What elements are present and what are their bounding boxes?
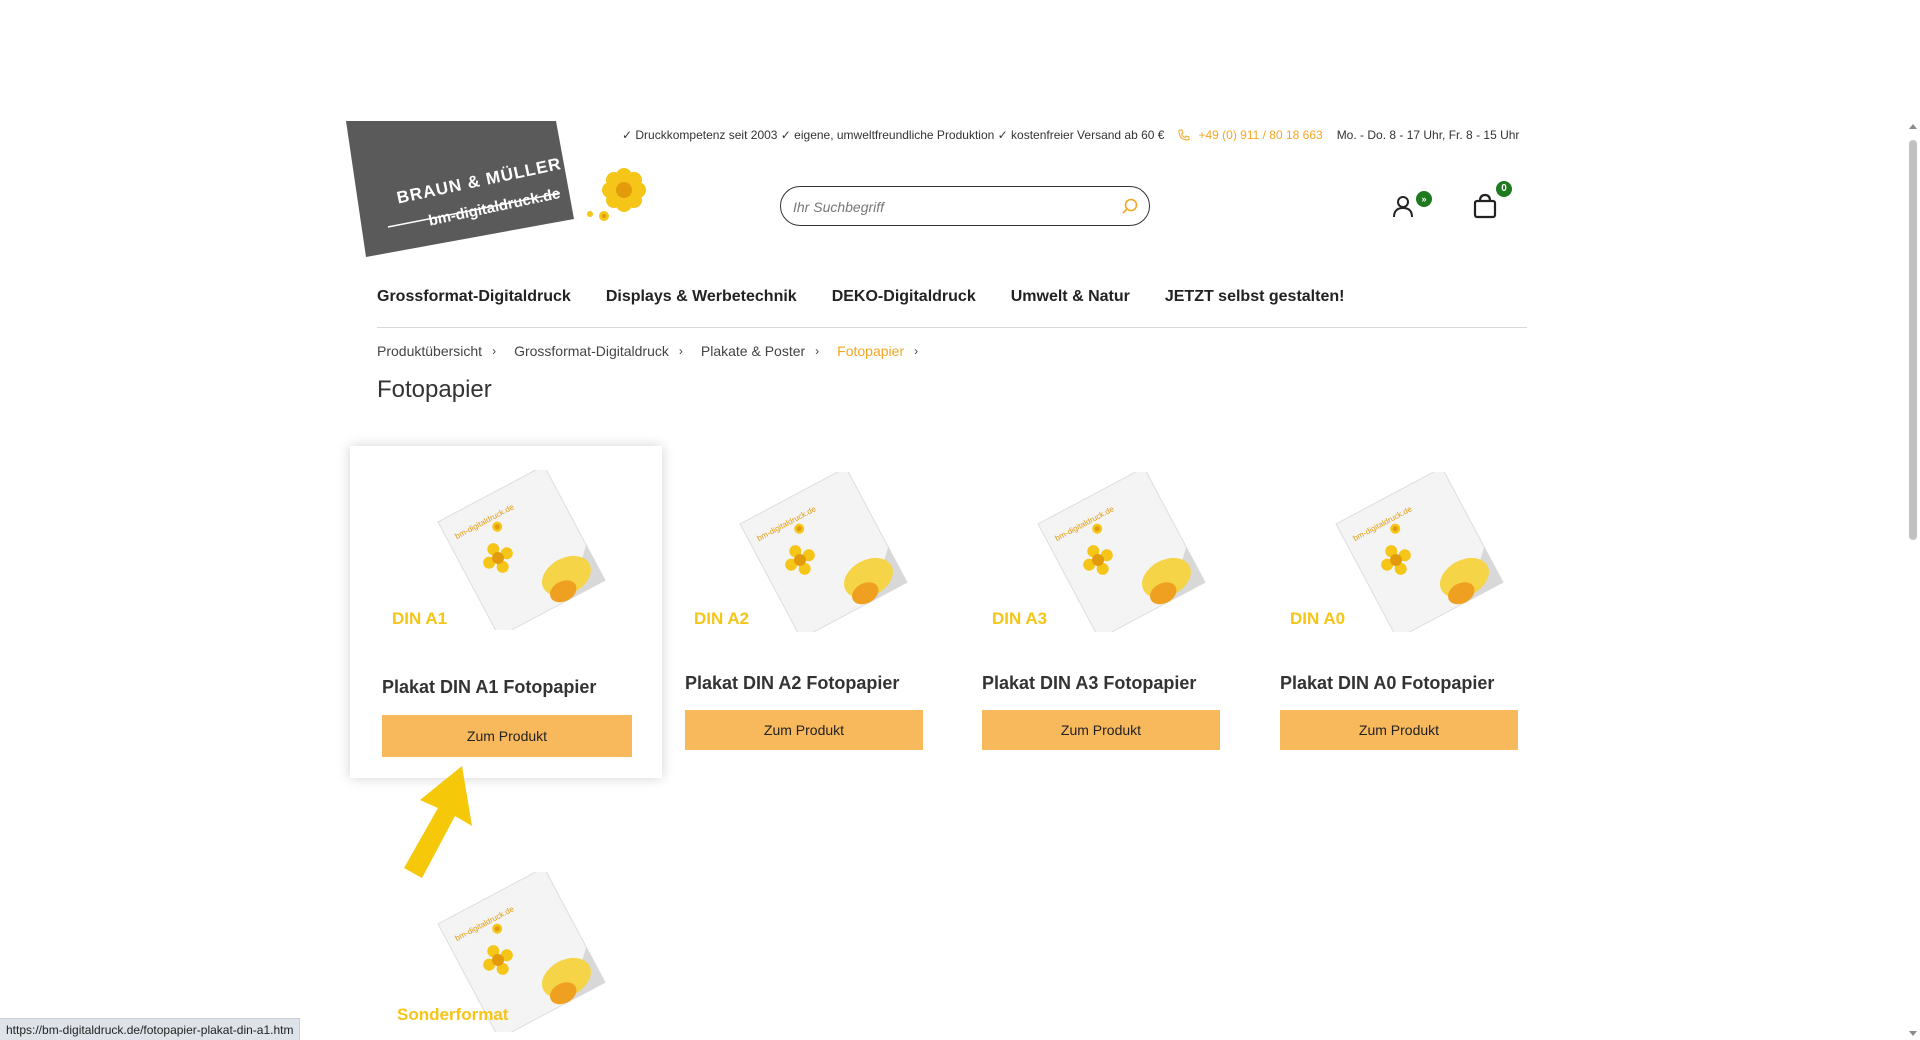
- size-label: Sonderformat: [397, 1005, 509, 1024]
- zum-produkt-button[interactable]: Zum Produkt: [982, 710, 1220, 750]
- size-label: DIN A1: [392, 609, 448, 628]
- chevron-right-icon: ›: [815, 344, 820, 358]
- nav-item-grossformat[interactable]: Grossformat-Digitaldruck: [377, 288, 571, 306]
- product-image[interactable]: bm-digitaldruck.de: [720, 472, 910, 632]
- nav-item-umwelt[interactable]: Umwelt & Natur: [1011, 288, 1130, 306]
- product-image[interactable]: bm-digitaldruck.de: [1316, 472, 1506, 632]
- scroll-up-icon[interactable]: [1909, 124, 1917, 129]
- phone-link[interactable]: +49 (0) 911 / 80 18 663: [1178, 128, 1323, 142]
- chevron-right-icon: ›: [492, 344, 497, 358]
- breadcrumb-item-produktuebersicht[interactable]: Produktübersicht: [377, 343, 482, 359]
- account-badge: »: [1416, 191, 1432, 207]
- main-navigation: Grossformat-Digitaldruck Displays & Werb…: [377, 288, 1344, 306]
- search-icon[interactable]: [1121, 197, 1139, 215]
- product-title[interactable]: Plakat DIN A3 Fotopapier: [982, 673, 1196, 694]
- nav-item-selbst-gestalten[interactable]: JETZT selbst gestalten!: [1165, 288, 1345, 306]
- breadcrumb-item-fotopapier[interactable]: Fotopapier: [837, 343, 904, 359]
- status-bar-url: https://bm-digitaldruck.de/fotopapier-pl…: [0, 1018, 301, 1040]
- opening-hours: Mo. - Do. 8 - 17 Uhr, Fr. 8 - 15 Uhr: [1336, 128, 1520, 142]
- size-label: DIN A3: [992, 609, 1048, 628]
- account-icon[interactable]: [1393, 195, 1415, 219]
- page-scrollbar[interactable]: [1906, 122, 1920, 1040]
- search-input[interactable]: [793, 196, 1103, 218]
- size-label: DIN A2: [694, 609, 750, 628]
- product-title[interactable]: Plakat DIN A2 Fotopapier: [685, 673, 899, 694]
- zum-produkt-button[interactable]: Zum Produkt: [382, 715, 632, 757]
- scroll-down-icon[interactable]: [1909, 1031, 1917, 1036]
- product-title[interactable]: Plakat DIN A1 Fotopapier: [382, 677, 596, 698]
- chevron-right-icon: ›: [914, 344, 919, 358]
- scrollbar-thumb[interactable]: [1909, 140, 1917, 540]
- nav-item-deko[interactable]: DEKO-Digitaldruck: [832, 288, 976, 306]
- breadcrumb-item-grossformat[interactable]: Grossformat-Digitaldruck: [514, 343, 669, 359]
- search-box: [780, 186, 1150, 226]
- phone-number: +49 (0) 911 / 80 18 663: [1198, 128, 1323, 142]
- nav-divider: [377, 327, 1527, 328]
- zum-produkt-button[interactable]: Zum Produkt: [685, 710, 923, 750]
- top-info-bar: ✓ Druckkompetenz seit 2003 ✓ eigene, umw…: [622, 128, 1519, 142]
- page-title: Fotopapier: [377, 376, 492, 403]
- usp-text: ✓ Druckkompetenz seit 2003 ✓ eigene, umw…: [622, 128, 1165, 142]
- product-title[interactable]: Plakat DIN A0 Fotopapier: [1280, 673, 1494, 694]
- phone-icon: [1178, 129, 1190, 141]
- nav-item-displays[interactable]: Displays & Werbetechnik: [606, 288, 797, 306]
- cart-count-badge: 0: [1496, 181, 1512, 197]
- breadcrumb-item-plakate[interactable]: Plakate & Poster: [701, 343, 805, 359]
- size-label: DIN A0: [1290, 609, 1346, 628]
- breadcrumb: Produktübersicht › Grossformat-Digitaldru…: [377, 343, 918, 359]
- logo-flower-icon: [587, 168, 646, 221]
- cart-icon[interactable]: [1472, 193, 1498, 219]
- zum-produkt-button[interactable]: Zum Produkt: [1280, 710, 1518, 750]
- product-image[interactable]: bm-digitaldruck.de: [418, 470, 608, 630]
- chevron-right-icon: ›: [678, 344, 683, 358]
- product-image[interactable]: bm-digitaldruck.de: [1018, 472, 1208, 632]
- arrow-pointer-icon: [404, 766, 472, 878]
